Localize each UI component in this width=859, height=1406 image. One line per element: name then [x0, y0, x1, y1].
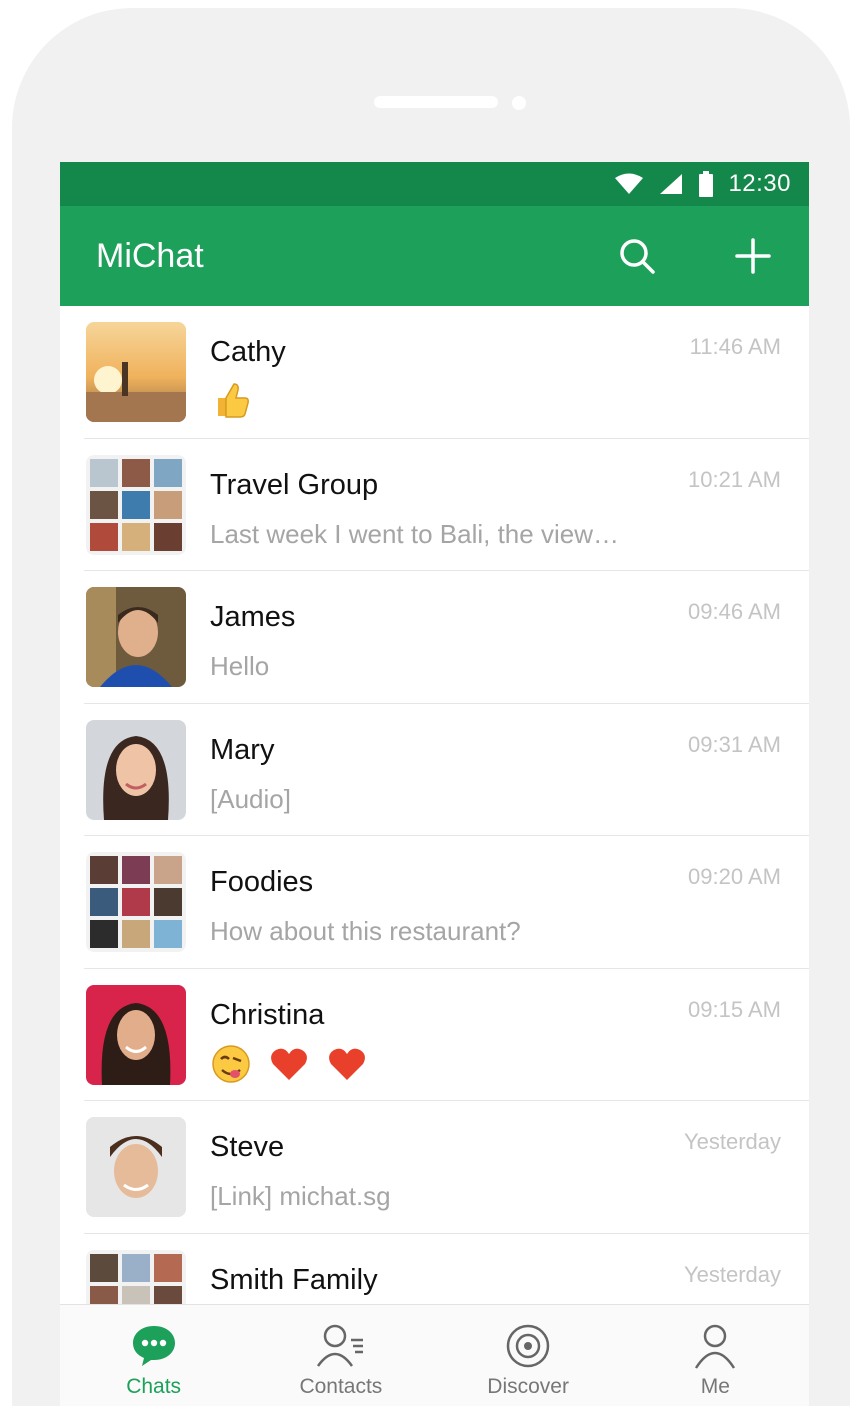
chat-name: James — [210, 601, 296, 633]
portrait-avatar-image — [86, 984, 186, 1085]
chat-preview: Hello — [210, 651, 270, 681]
avatar — [86, 454, 186, 555]
avatar — [86, 1117, 186, 1217]
chat-item-foodies[interactable]: Foodies How about this restaurant? 09:20… — [60, 836, 809, 969]
tab-label: Discover — [487, 1375, 569, 1398]
status-bar: 12:30 — [60, 162, 809, 206]
chat-time: Yesterday — [683, 1261, 781, 1287]
avatar — [86, 1249, 186, 1304]
chat-name: Smith Family — [210, 1263, 378, 1296]
portrait-avatar-image — [86, 1117, 186, 1217]
chat-name: Cathy — [210, 336, 286, 368]
avatar — [86, 852, 186, 952]
battery-icon — [699, 171, 714, 197]
chat-bubble-icon — [132, 1326, 175, 1366]
bottom-tab-bar: Chats Contacts Discover Me — [60, 1304, 809, 1406]
chat-name: Steve — [210, 1131, 285, 1163]
tab-label: Me — [700, 1375, 730, 1398]
plus-icon — [735, 238, 771, 274]
add-button[interactable] — [731, 234, 775, 278]
cell-signal-icon — [660, 174, 683, 194]
chat-time: 09:15 AM — [688, 996, 781, 1022]
chat-name: Christina — [210, 998, 325, 1031]
chat-preview: [Link] michat.sg — [210, 1181, 391, 1211]
chat-name: Travel Group — [210, 468, 379, 501]
tab-chats[interactable]: Chats — [60, 1305, 247, 1406]
chat-preview-emojis — [210, 1043, 368, 1085]
chat-item-mary[interactable]: Mary [Audio] 09:31 AM — [60, 704, 809, 836]
chat-preview: Last week I went to Bali, the view… — [210, 518, 619, 549]
avatar — [86, 984, 186, 1085]
chat-item-christina[interactable]: Christina 09:15 AM — [60, 969, 809, 1101]
chat-list: Cathy 11:46 AM Travel Group Last week I … — [60, 306, 809, 1304]
thumbs-up-emoji-icon — [218, 383, 249, 418]
status-time: 12:30 — [728, 170, 791, 197]
search-icon — [620, 239, 655, 274]
chat-preview-emojis — [210, 380, 250, 420]
chat-time: 09:20 AM — [688, 864, 781, 889]
red-heart-icon — [329, 1048, 365, 1080]
group-avatar-image — [86, 1249, 186, 1304]
avatar — [86, 587, 186, 687]
phone-camera — [512, 96, 526, 110]
tab-label: Contacts — [299, 1375, 383, 1398]
chat-preview: [Audio] — [210, 783, 291, 814]
chat-time: 09:31 AM — [688, 731, 781, 757]
avatar — [86, 322, 186, 422]
search-button[interactable] — [615, 234, 659, 278]
phone-speaker — [374, 96, 498, 108]
portrait-avatar-image — [86, 587, 186, 687]
person-icon — [695, 1324, 736, 1369]
group-avatar-image — [86, 454, 186, 555]
face-savoring-emoji-icon — [212, 1044, 250, 1083]
chat-time: Yesterday — [683, 1129, 781, 1154]
avatar — [86, 719, 186, 820]
app-bar: MiChat — [60, 206, 809, 306]
chat-item-cathy[interactable]: Cathy 11:46 AM — [60, 306, 809, 439]
red-heart-icon — [271, 1048, 307, 1080]
chat-preview: How about this restaurant? — [210, 916, 521, 946]
chat-item-steve[interactable]: Steve [Link] michat.sg Yesterday — [60, 1101, 809, 1234]
portrait-avatar-image — [86, 719, 186, 820]
app-screen: 12:30 MiChat Cathy 11:46 AM Travel Group… — [60, 162, 809, 1406]
chat-item-travel-group[interactable]: Travel Group Last week I went to Bali, t… — [60, 439, 809, 571]
sunset-avatar-image — [86, 322, 186, 422]
chat-time: 09:46 AM — [688, 599, 781, 624]
chat-name: Foodies — [210, 866, 314, 898]
wifi-icon — [615, 173, 644, 194]
group-avatar-image — [86, 852, 186, 952]
tab-label: Chats — [126, 1375, 182, 1398]
chat-item-james[interactable]: James Hello 09:46 AM — [60, 571, 809, 704]
chat-name: Mary — [210, 733, 275, 766]
app-title: MiChat — [96, 236, 204, 275]
chat-time: 10:21 AM — [688, 466, 781, 492]
tab-me[interactable]: Me — [622, 1305, 809, 1406]
chat-item-smith-family[interactable]: Smith Family Yesterday — [60, 1234, 809, 1304]
tab-discover[interactable]: Discover — [435, 1305, 622, 1406]
discover-icon — [506, 1324, 550, 1368]
chat-time: 11:46 AM — [689, 334, 781, 359]
contacts-icon — [316, 1324, 363, 1367]
tab-contacts[interactable]: Contacts — [247, 1305, 434, 1406]
